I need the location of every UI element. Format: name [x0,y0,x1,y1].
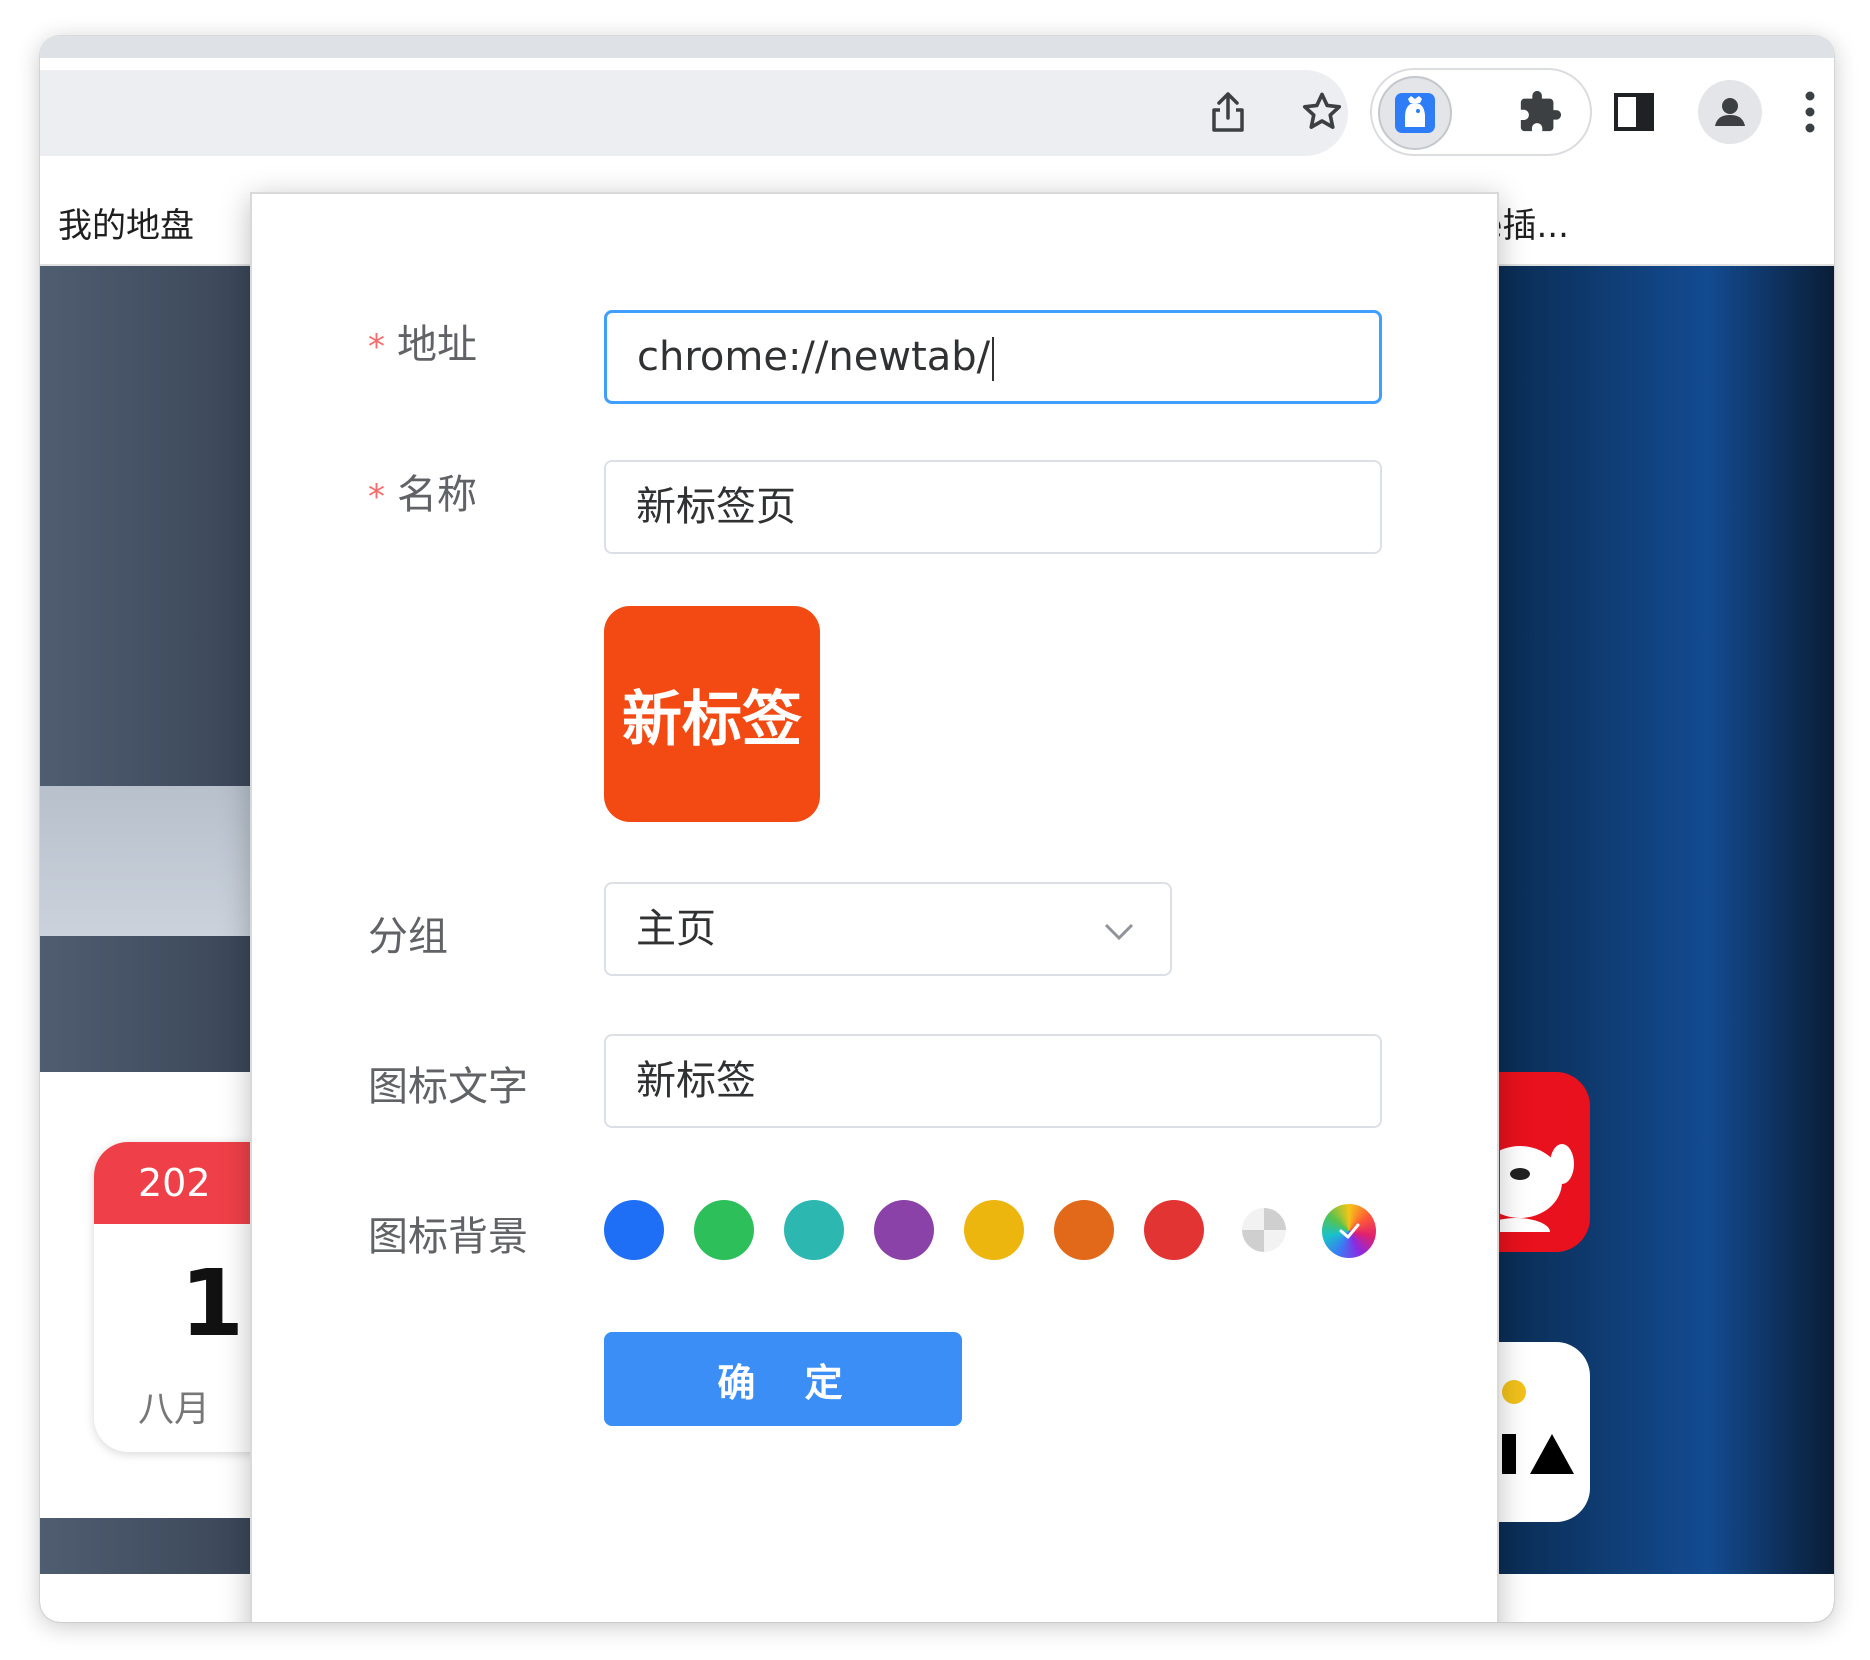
color-swatch[interactable] [604,1200,664,1260]
required-mark: * [368,327,385,367]
address-bar[interactable] [40,70,1348,156]
color-swatch[interactable] [1054,1200,1114,1260]
bookmark-item[interactable]: 我的地盘 [58,198,194,247]
icon-text-label: 图标文字 [368,1064,528,1110]
more-icon[interactable] [1782,84,1834,140]
name-label: * 名称 [368,472,477,518]
name-input[interactable]: 新标签页 [604,460,1382,554]
tab-strip [40,36,1834,58]
check-icon [1339,1223,1360,1239]
chevron-down-icon [1104,923,1134,941]
color-swatch[interactable] [784,1200,844,1260]
group-select-value: 主页 [636,906,716,952]
address-input[interactable]: chrome://newtab/ [604,310,1382,404]
background-band [40,786,260,936]
puzzle-icon[interactable] [1512,84,1568,140]
calendar-month: 八月 [138,1389,211,1430]
color-swatch[interactable] [694,1200,754,1260]
group-select[interactable]: 主页 [604,882,1172,976]
star-icon[interactable] [1294,84,1350,140]
confirm-button[interactable]: 确 定 [604,1332,962,1426]
custom-color-swatch[interactable] [1322,1204,1376,1258]
color-swatch[interactable] [1144,1200,1204,1260]
sidepanel-icon[interactable] [1606,84,1662,140]
add-shortcut-popup: * 地址 chrome://newtab/ * 名称 新标签页 新标签 分组 主页 … [250,192,1499,1622]
icon-bg-label: 图标背景 [368,1214,528,1260]
app-logo-icon [1502,1380,1574,1474]
text-caret [992,337,995,381]
address-label: * 地址 [368,322,477,368]
browser-toolbar [40,58,1834,170]
profile-icon[interactable] [1698,80,1762,144]
jd-dog-icon [1500,1144,1574,1232]
browser-window: 我的地盘 ne插... 202 1 八月 商城 [40,36,1834,1622]
icon-preview: 新标签 [604,606,820,822]
icon-text-input[interactable]: 新标签 [604,1034,1382,1128]
extension-app-icon[interactable] [1378,76,1452,150]
share-icon[interactable] [1200,84,1256,140]
color-swatch[interactable] [964,1200,1024,1260]
color-swatch[interactable] [874,1200,934,1260]
calendar-day: 1 [180,1250,245,1357]
transparent-swatch[interactable] [1242,1208,1286,1252]
group-label: 分组 [368,914,448,960]
required-mark: * [368,477,385,517]
